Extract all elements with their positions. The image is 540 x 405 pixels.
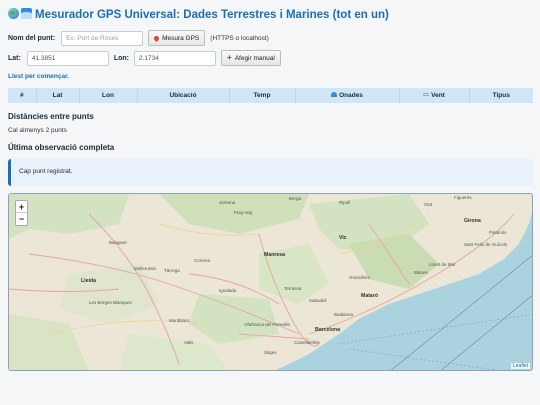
map-label: Solsona (219, 200, 236, 205)
measure-gps-label: Mesura GPS (162, 34, 200, 42)
map-label: Igualada (219, 288, 237, 293)
map-label: Berga (289, 196, 302, 201)
map-label: Balaguer (109, 240, 128, 245)
column-header-waves-label: Onades (339, 92, 363, 99)
map-label: Puig-reig (234, 210, 253, 215)
map-label: Vilafranca del Penedès (244, 322, 291, 327)
map-label: Mollerussa (134, 266, 156, 271)
zoom-in-button[interactable]: + (16, 201, 27, 213)
map-label: Palamós (489, 230, 507, 235)
last-observation-card: Cap punt registrat. (8, 159, 533, 186)
map-label: Terrassa (284, 286, 302, 291)
coordinates-row: Lat: Lon: + Afegir manual (8, 50, 281, 66)
point-name-row: Nom del punt: Mesura GPS (HTTPS o localh… (8, 30, 269, 46)
map-label: Barcelona (315, 327, 340, 333)
wind-icon (423, 93, 430, 96)
lat-label: Lat: (8, 54, 21, 62)
column-header-wind: Vent (399, 88, 470, 103)
status-text: Llest per començar. (8, 73, 70, 80)
map-attribution[interactable]: Leaflet (510, 363, 530, 369)
lat-input[interactable] (26, 50, 109, 66)
map-label: Lloret de Mar (429, 262, 456, 267)
map-label: Tàrrega (164, 268, 180, 273)
add-manual-label: Afegir manual (234, 54, 275, 62)
map-label: Figueres (454, 195, 472, 200)
point-name-input[interactable] (61, 30, 144, 46)
map-label: Cervera (194, 258, 211, 263)
distances-note: Cal almenys 2 punts (8, 127, 67, 134)
globe-icon (8, 8, 19, 19)
map-label: Les Borges Blanques (89, 300, 133, 305)
map-label: Manresa (264, 252, 285, 258)
map-label: Blanes (414, 270, 429, 275)
map-label: Castelldefels (294, 340, 321, 345)
map-label: Montblanc (169, 318, 191, 323)
last-observation-heading: Última observació completa (8, 143, 115, 152)
map-label: Vic (339, 235, 347, 241)
map[interactable]: Solsona Berga Ripoll Olot Girona Figuere… (8, 193, 533, 371)
column-header: Tipus (469, 88, 533, 103)
map-label: Girona (464, 218, 481, 224)
map-tiles[interactable]: Solsona Berga Ripoll Olot Girona Figuere… (9, 194, 533, 371)
map-label: Lleida (81, 278, 96, 284)
pin-icon (153, 34, 161, 42)
map-label: Granollers (349, 275, 371, 280)
map-label: Ripoll (339, 200, 350, 205)
map-label: Valls (184, 340, 194, 345)
column-header: Temp (229, 88, 296, 103)
last-observation-message: Cap punt registrat. (19, 168, 73, 175)
map-label: Sabadell (309, 298, 327, 303)
add-manual-button[interactable]: + Afegir manual (221, 50, 281, 66)
point-name-label: Nom del punt: (8, 34, 56, 42)
map-label: Sant Feliu de Guíxols (464, 242, 508, 247)
column-header: Lon (79, 88, 138, 103)
map-label: Olot (424, 202, 433, 207)
column-header: # (8, 88, 37, 103)
lon-label: Lon: (113, 54, 130, 62)
wave-icon (21, 8, 32, 19)
measure-hint: (HTTPS o localhost) (210, 34, 269, 42)
map-label: Mataró (361, 293, 378, 299)
column-header-waves: Onades (295, 88, 400, 103)
map-label: Sitges (264, 350, 277, 355)
column-header: Ubicació (137, 88, 230, 103)
page-title-text: Mesurador GPS Universal: Dades Terrestre… (35, 9, 389, 21)
zoom-control: + − (15, 200, 28, 226)
measure-gps-button[interactable]: Mesura GPS (148, 30, 206, 46)
table-header-row: # Lat Lon Ubicació Temp Onades Vent Tipu… (8, 88, 533, 103)
plus-icon: + (227, 53, 232, 62)
page-title: Mesurador GPS Universal: Dades Terrestre… (8, 8, 389, 21)
distances-heading: Distàncies entre punts (8, 112, 94, 121)
wave-icon (331, 92, 338, 97)
map-label: Badalona (334, 312, 354, 317)
zoom-out-button[interactable]: − (16, 213, 27, 225)
lon-input[interactable] (134, 50, 217, 66)
observations-table: # Lat Lon Ubicació Temp Onades Vent Tipu… (8, 88, 533, 103)
column-header: Lat (36, 88, 80, 103)
column-header-wind-label: Vent (431, 92, 445, 99)
